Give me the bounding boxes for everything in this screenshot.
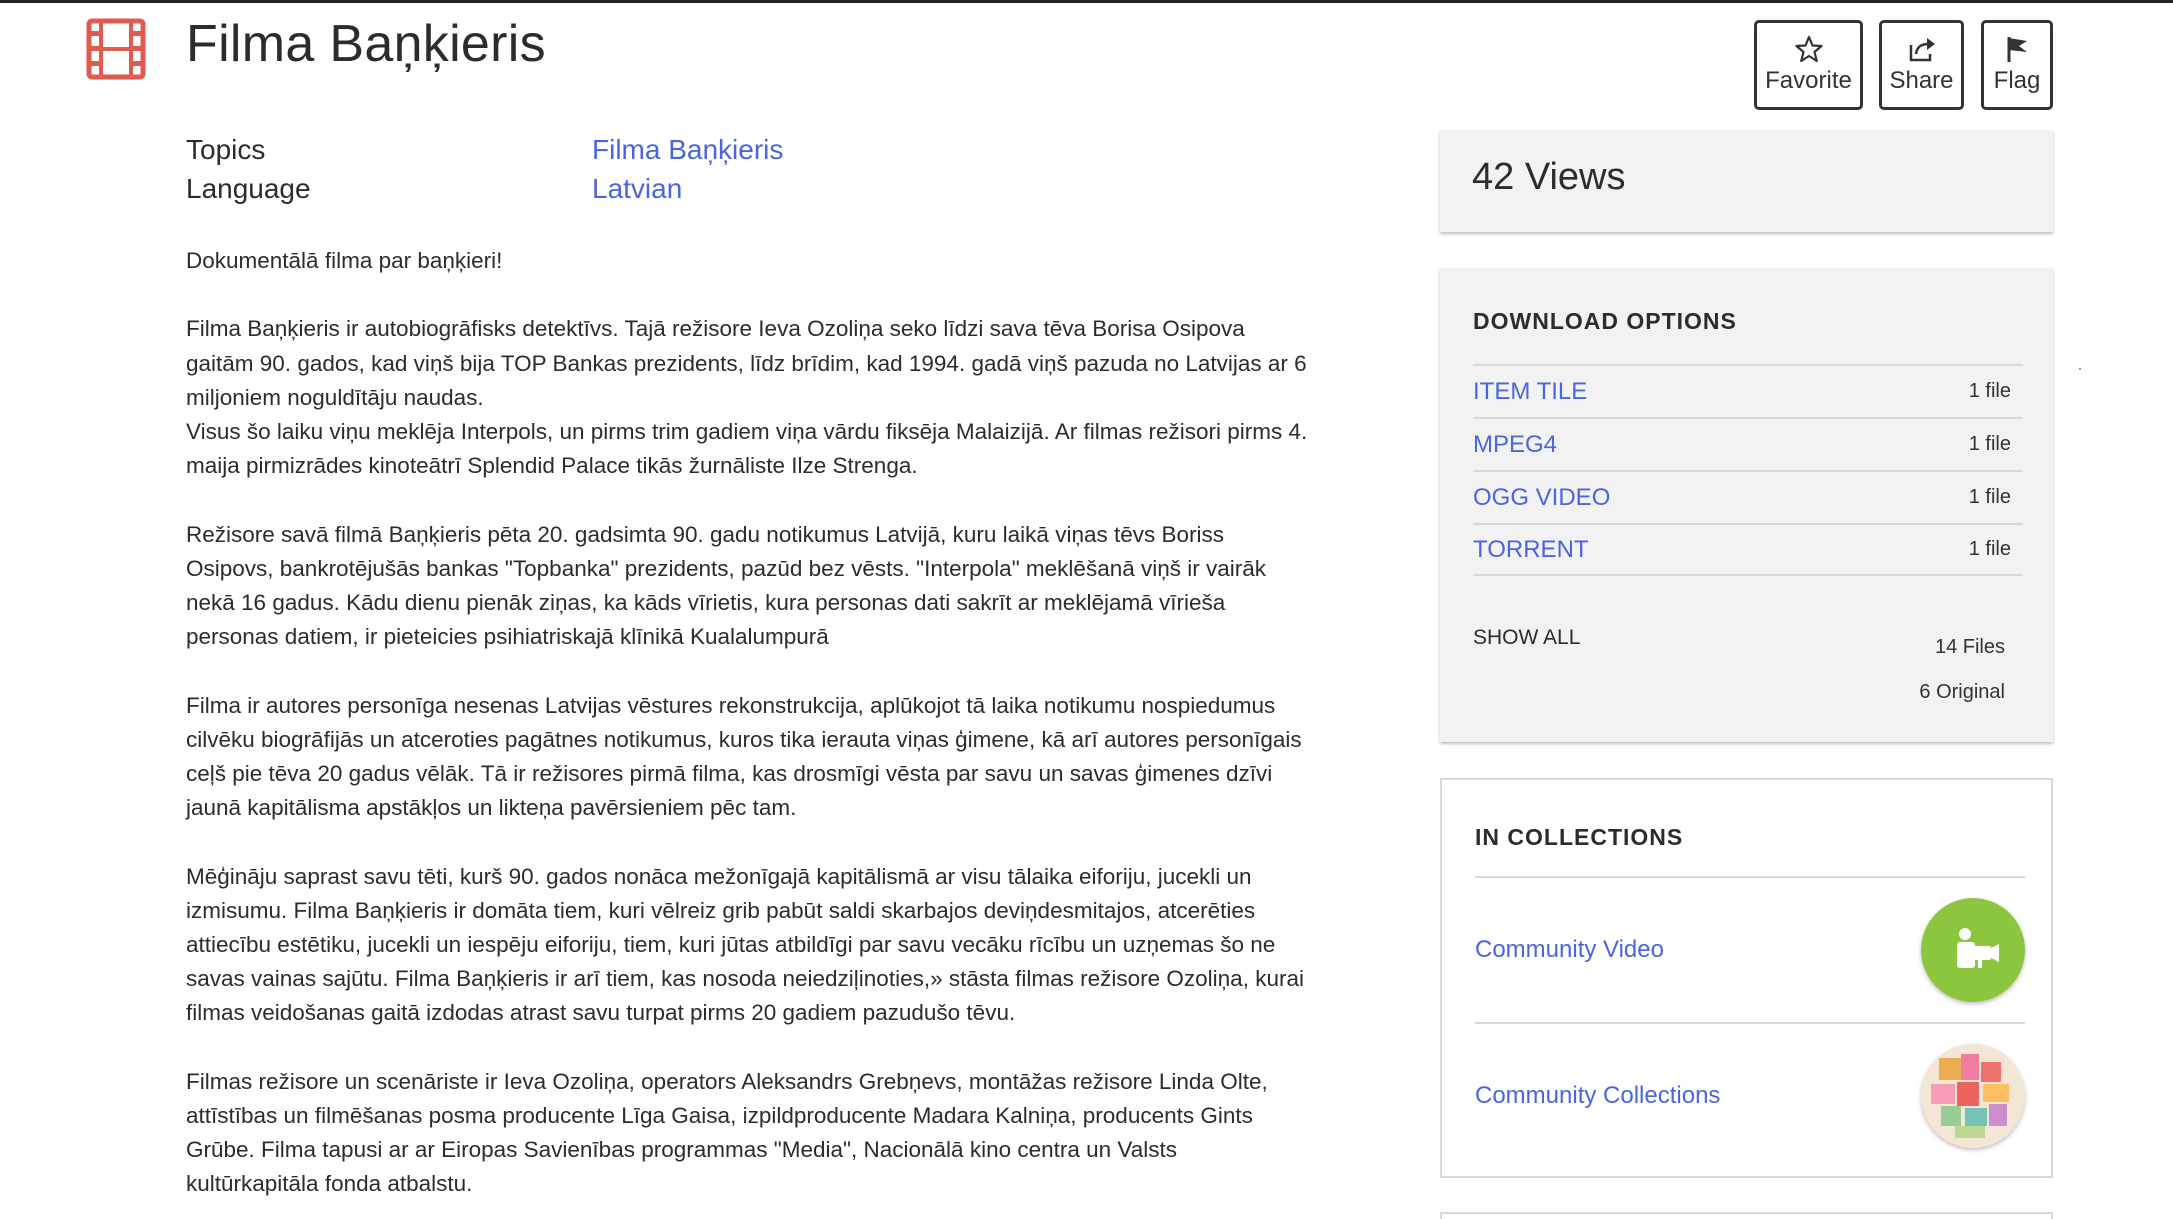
metadata-key: Topics	[186, 134, 266, 165]
file-count: 1 file	[1968, 433, 2011, 455]
download-option: TORRENT 1 file	[1473, 523, 2023, 576]
download-option: MPEG4 1 file	[1473, 417, 2023, 470]
download-link-ogg-video[interactable]: OGG VIDEO	[1473, 484, 1610, 512]
top-border	[0, 0, 2173, 3]
metadata-key: Language	[186, 173, 311, 204]
show-all-link[interactable]: SHOW ALL	[1473, 626, 1580, 650]
collection-item: Community Collections	[1475, 1022, 2025, 1168]
description-paragraph: Filma ir autores personīga nesenas Latvi…	[186, 692, 1302, 821]
views-panel: 42 Views	[1440, 130, 2053, 232]
community-collections-link[interactable]: Community Collections	[1475, 1082, 1720, 1110]
item-metadata: Topics Filma Baņķieris Language Latvian	[186, 130, 783, 208]
community-video-link[interactable]: Community Video	[1475, 936, 1664, 964]
star-icon	[1794, 35, 1823, 63]
flag-button[interactable]: Flag	[1981, 20, 2053, 110]
original-files-count: 6 Original	[1919, 681, 2005, 703]
next-panel-edge	[1440, 1212, 2053, 1219]
share-label: Share	[1889, 67, 1954, 94]
description-paragraph: Dokumentālā filma par baņķieri!	[186, 248, 503, 273]
page-title: Filma Baņķieris	[186, 15, 546, 73]
film-icon	[86, 18, 146, 80]
language-link[interactable]: Latvian	[592, 169, 682, 208]
flag-label: Flag	[1993, 67, 2041, 94]
collections-heading: IN COLLECTIONS	[1475, 824, 1684, 850]
download-link-torrent[interactable]: TORRENT	[1473, 536, 1589, 564]
community-video-thumb[interactable]	[1921, 898, 2025, 1002]
collection-item: Community Video	[1475, 876, 2025, 1022]
collections-list: Community Video Community Collections	[1475, 876, 2025, 1168]
description-paragraph: Filma Baņķieris ir autobiogrāfisks detek…	[186, 316, 1308, 479]
file-count: 1 file	[1968, 486, 2011, 508]
stray-dot	[2079, 368, 2081, 370]
download-option: ITEM TILE 1 file	[1473, 364, 2023, 417]
description-paragraph: Režisore savā filmā Baņķieris pēta 20. g…	[186, 521, 1267, 650]
favorite-label: Favorite	[1765, 67, 1852, 94]
download-options-panel: DOWNLOAD OPTIONS ITEM TILE 1 file MPEG4 …	[1440, 268, 2053, 742]
file-count: 1 file	[1968, 380, 2011, 402]
download-link-mpeg4[interactable]: MPEG4	[1473, 431, 1557, 459]
download-options-heading: DOWNLOAD OPTIONS	[1473, 308, 1737, 334]
file-count: 1 file	[1968, 538, 2011, 560]
metadata-row-topics: Topics Filma Baņķieris	[186, 130, 783, 169]
community-collections-thumb[interactable]	[1921, 1044, 2025, 1148]
favorite-button[interactable]: Favorite	[1754, 20, 1863, 110]
share-icon	[1908, 35, 1936, 63]
description-paragraph: Mēģināju saprast savu tēti, kurš 90. gad…	[186, 863, 1304, 1026]
download-option: OGG VIDEO 1 file	[1473, 470, 2023, 523]
item-description: Dokumentālā filma par baņķieri! Filma Ba…	[186, 244, 1336, 1219]
description-paragraph: Filmas režisore un scenāriste ir Ieva Oz…	[186, 1068, 1268, 1197]
views-count: 42 Views	[1472, 156, 1626, 198]
metadata-row-language: Language Latvian	[186, 169, 783, 208]
share-button[interactable]: Share	[1879, 20, 1964, 110]
collections-panel: IN COLLECTIONS Community Video Community…	[1440, 778, 2053, 1178]
flag-icon	[2003, 35, 2031, 63]
download-link-item-tile[interactable]: ITEM TILE	[1473, 378, 1587, 406]
download-options-list: ITEM TILE 1 file MPEG4 1 file OGG VIDEO …	[1473, 364, 2023, 576]
total-files-count: 14 Files	[1934, 636, 2005, 658]
topics-link[interactable]: Filma Baņķieris	[592, 130, 783, 169]
